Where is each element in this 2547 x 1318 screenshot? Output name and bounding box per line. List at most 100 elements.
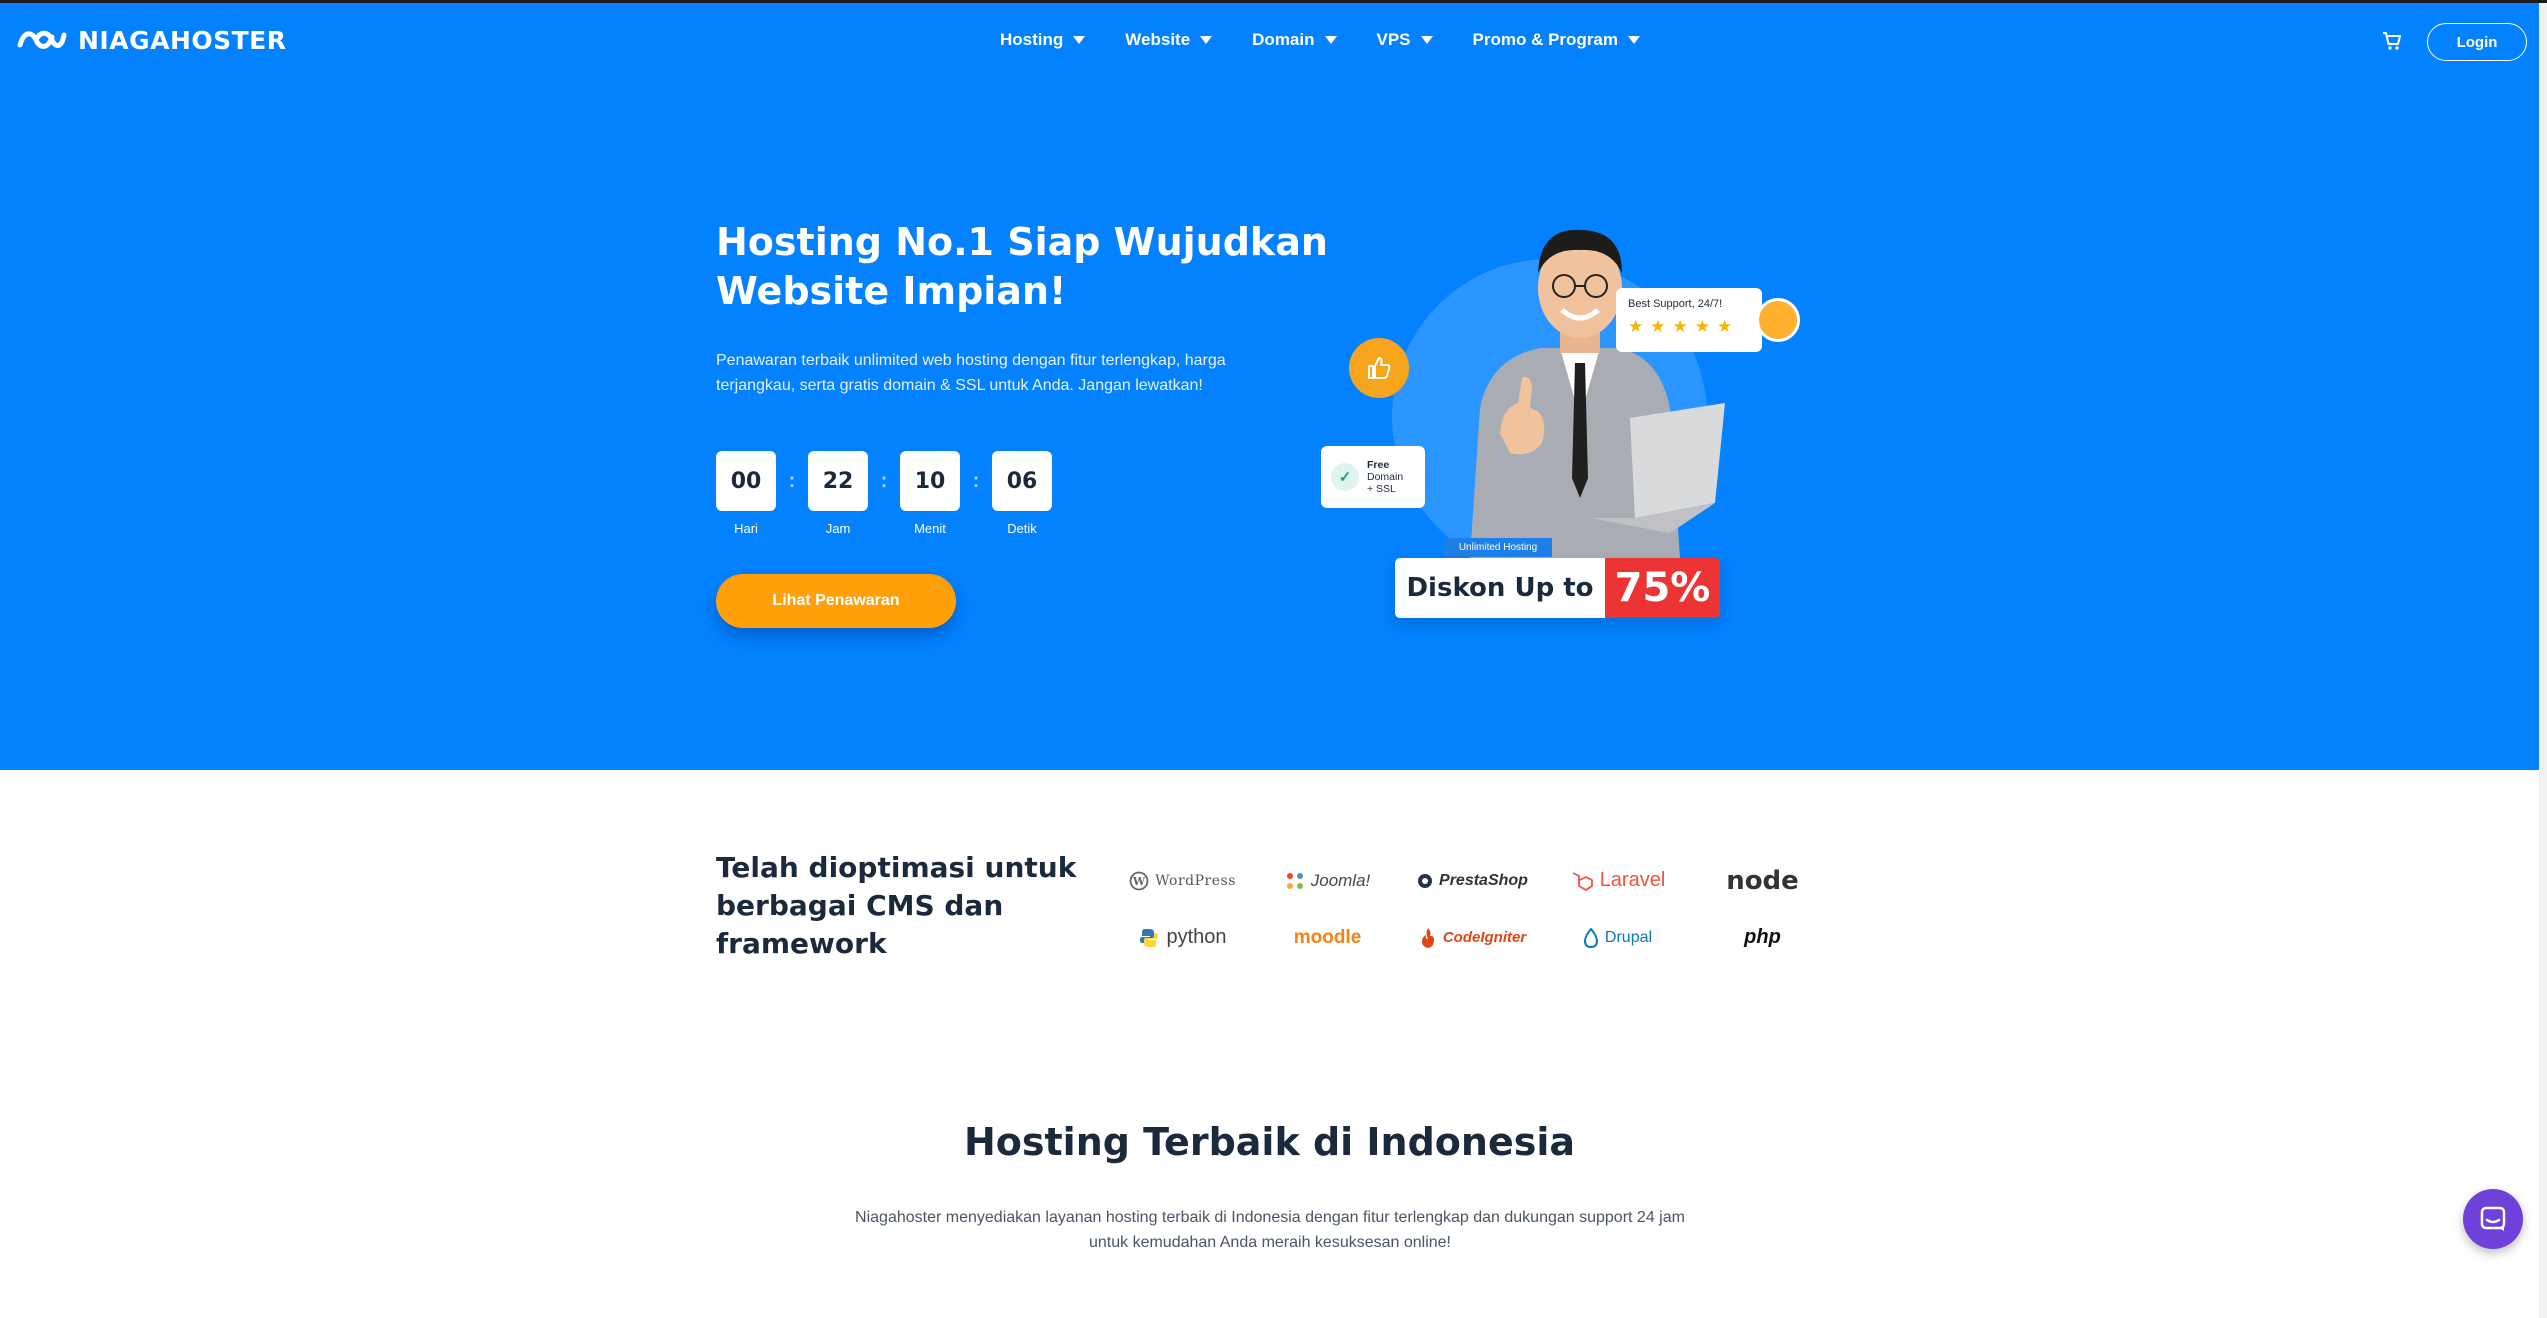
login-button[interactable]: Login: [2427, 23, 2527, 61]
hero-subtitle: Penawaran terbaik unlimited web hosting …: [716, 352, 1226, 394]
countdown-separator: :: [880, 469, 888, 492]
menu-hosting[interactable]: Hosting: [1000, 30, 1086, 50]
hero-illustration: Best Support, 24/7! ★ ★ ★ ★ ★ ✓ Free Dom…: [1310, 218, 1830, 638]
countdown-minutes: 10 Menit: [900, 451, 960, 536]
drupal-logo: Drupal: [1545, 909, 1690, 966]
laravel-text: Laravel: [1599, 869, 1666, 891]
nodejs-logo: node: [1690, 852, 1835, 909]
php-text: php: [1744, 926, 1781, 948]
thumbs-up-badge: [1349, 338, 1409, 398]
countdown-timer: 00 Hari : 22 Jam : 10 Menit : 06 Detik: [716, 451, 1052, 536]
scrollbar[interactable]: [2539, 3, 2547, 1318]
menu-promo-label: Promo & Program: [1472, 30, 1619, 49]
codeigniter-flame-icon: [1421, 927, 1434, 948]
cms-logo-grid: W WordPress Joomla! PrestaShop Laravel n…: [1110, 852, 1835, 966]
countdown-minutes-value: 10: [900, 451, 960, 511]
codeigniter-logo: CodeIgniter: [1400, 909, 1545, 966]
countdown-hours: 22 Jam: [808, 451, 868, 536]
support-text: Best Support, 24/7!: [1628, 298, 1723, 310]
php-logo: php: [1690, 909, 1835, 966]
hero-title: Hosting No.1 Siap Wujudkan Website Impia…: [716, 220, 1328, 313]
check-icon: ✓: [1331, 463, 1359, 491]
free-title: Free: [1367, 459, 1390, 471]
free-line-ssl: + SSL: [1367, 483, 1396, 495]
chevron-down-icon: [1324, 36, 1337, 44]
cms-section-title: Telah dioptimasi untuk berbagai CMS dan …: [716, 851, 1077, 960]
support-agent-avatar: [1756, 298, 1800, 342]
svg-text:W: W: [1132, 875, 1146, 888]
drupal-text: Drupal: [1604, 928, 1653, 946]
best-hosting-subtitle: Niagahoster menyediakan layanan hosting …: [855, 1209, 1685, 1251]
thumbs-up-icon: [1368, 357, 1391, 379]
star-icon: ★: [1694, 317, 1710, 336]
joomla-logo: Joomla!: [1255, 852, 1400, 909]
chevron-down-icon: [1420, 36, 1433, 44]
unlimited-hosting-tag: Unlimited Hosting: [1444, 538, 1552, 557]
lihat-penawaran-button[interactable]: Lihat Penawaran: [716, 574, 956, 628]
countdown-minutes-label: Menit: [914, 521, 946, 536]
rating-stars: ★ ★ ★ ★ ★: [1628, 318, 1750, 335]
wordpress-text: WordPress: [1155, 872, 1236, 889]
joomla-icon: [1286, 872, 1303, 889]
laravel-icon: [1572, 871, 1593, 891]
joomla-text: Joomla!: [1310, 870, 1371, 890]
python-icon: [1140, 928, 1159, 947]
cart-icon: [2383, 32, 2401, 50]
countdown-seconds: 06 Detik: [992, 451, 1052, 536]
free-line-domain: Domain: [1367, 471, 1404, 483]
chevron-down-icon: [1200, 36, 1213, 44]
free-domain-ssl-card: ✓ Free Domain + SSL: [1321, 446, 1425, 508]
chevron-down-icon: [1628, 36, 1641, 44]
hero-section: NIAGAHOSTER Hosting Website Domain VPS P…: [0, 3, 2539, 770]
menu-hosting-label: Hosting: [1000, 30, 1064, 49]
countdown-hours-value: 22: [808, 451, 868, 511]
star-icon: ★: [1717, 317, 1733, 336]
star-icon: ★: [1650, 317, 1666, 336]
support-rating-card: Best Support, 24/7! ★ ★ ★ ★ ★: [1616, 288, 1762, 352]
star-icon: ★: [1628, 317, 1644, 336]
brand-logo[interactable]: NIAGAHOSTER: [16, 25, 287, 55]
menu-domain[interactable]: Domain: [1252, 30, 1337, 50]
brand-name: NIAGAHOSTER: [78, 25, 287, 55]
laravel-logo: Laravel: [1545, 852, 1690, 909]
menu-vps[interactable]: VPS: [1377, 30, 1433, 50]
countdown-seconds-value: 06: [992, 451, 1052, 511]
free-domain-ssl-text: Free Domain + SSL: [1367, 459, 1403, 495]
countdown-days-value: 00: [716, 451, 776, 511]
discount-label: Diskon Up to: [1395, 558, 1605, 618]
countdown-seconds-label: Detik: [1007, 521, 1037, 536]
codeigniter-text: CodeIgniter: [1442, 929, 1527, 946]
countdown-days: 00 Hari: [716, 451, 776, 536]
menu-domain-label: Domain: [1252, 30, 1315, 49]
discount-value: 75%: [1605, 558, 1720, 618]
nodejs-text: node: [1726, 865, 1799, 896]
countdown-separator: :: [972, 469, 980, 492]
prestashop-icon: [1418, 873, 1433, 888]
countdown-days-label: Hari: [734, 521, 758, 536]
chevron-down-icon: [1073, 36, 1086, 44]
menu-website[interactable]: Website: [1125, 30, 1213, 50]
live-chat-button[interactable]: [2463, 1189, 2523, 1249]
menu-promo-program[interactable]: Promo & Program: [1472, 30, 1641, 50]
star-icon: ★: [1672, 317, 1688, 336]
person-with-laptop-image: [1470, 229, 1725, 558]
cart-button[interactable]: [2381, 30, 2403, 57]
countdown-hours-label: Jam: [825, 521, 851, 536]
main-menu: Hosting Website Domain VPS Promo & Progr…: [1000, 30, 1641, 50]
prestashop-text: PrestaShop: [1439, 871, 1528, 889]
wordpress-icon: W: [1129, 871, 1149, 890]
wordpress-logo: W WordPress: [1110, 852, 1255, 909]
python-text: python: [1166, 926, 1227, 948]
discount-banner: Diskon Up to 75%: [1395, 558, 1720, 618]
best-hosting-title: Hosting Terbaik di Indonesia: [963, 1120, 1576, 1164]
prestashop-logo: PrestaShop: [1400, 852, 1545, 909]
python-logo: python: [1110, 909, 1255, 966]
menu-vps-label: VPS: [1376, 30, 1411, 49]
moodle-logo: moodle: [1255, 909, 1400, 966]
niagahoster-logo-icon: [17, 30, 67, 49]
menu-website-label: Website: [1125, 30, 1191, 49]
moodle-text: moodle: [1293, 926, 1362, 948]
top-navbar: NIAGAHOSTER Hosting Website Domain VPS P…: [0, 3, 2539, 79]
chat-icon: [2480, 1206, 2506, 1231]
countdown-separator: :: [788, 469, 796, 492]
